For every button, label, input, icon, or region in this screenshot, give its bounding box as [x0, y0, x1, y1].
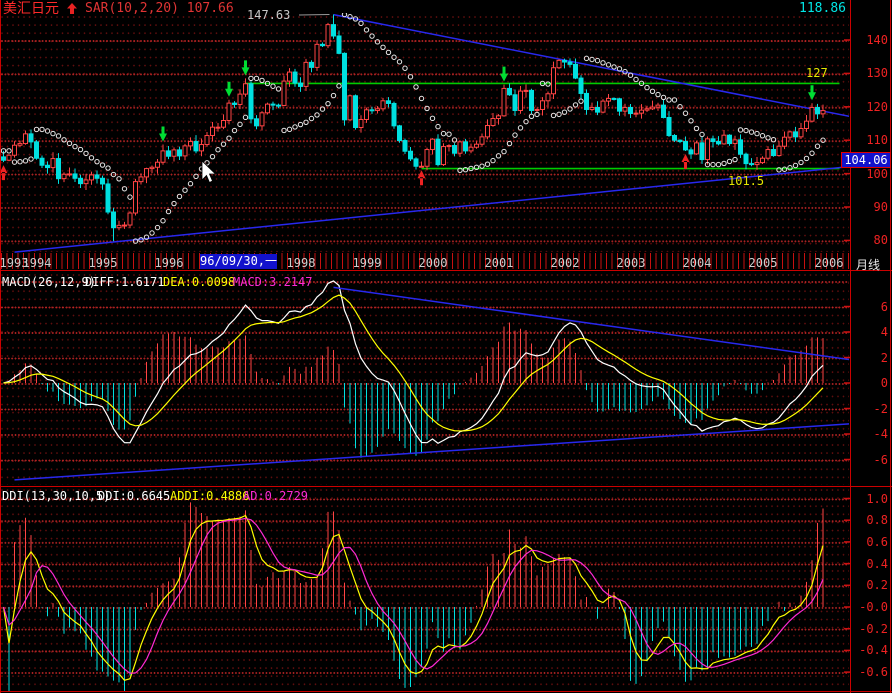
year-label: 2004 [683, 256, 712, 270]
macd-title[interactable]: MACD(26,12,9) [2, 275, 96, 289]
year-label: 1998 [287, 256, 316, 270]
macd-diff-value: DIFF:1.6171 [85, 275, 164, 289]
ddi-addi-value: ADDI:0.4886 [170, 489, 249, 503]
mouse-cursor [0, 0, 892, 693]
axis-tick-label: 0.8 [848, 514, 888, 526]
axis-tick-label: 110 [854, 134, 888, 146]
ddi-ad-value: AD:0.2729 [243, 489, 308, 503]
year-label: 2002 [551, 256, 580, 270]
macd-value: MACD:3.2147 [233, 275, 312, 289]
buy-arrow-marker [682, 154, 690, 169]
up-arrow-icon [66, 2, 78, 15]
separator-macd-ddi [0, 486, 892, 487]
axis-tick-label: 130 [854, 67, 888, 79]
sell-arrow-marker [500, 67, 508, 82]
axis-tick-label: 4 [854, 326, 888, 338]
year-label: 2001 [485, 256, 514, 270]
macd-layer [4, 281, 890, 480]
axis-tick-label: 6 [854, 301, 888, 313]
cursor-date-box: 96/09/30,一 [200, 254, 277, 269]
axis-tick-label: 1.0 [848, 493, 888, 505]
sell-arrow-marker [159, 126, 167, 141]
axis-tick-label: 90 [854, 201, 888, 213]
axis-tick-label: 80 [854, 234, 888, 246]
sell-arrow-marker [808, 85, 816, 100]
chart-canvas[interactable] [0, 0, 892, 693]
macd-grid [1, 272, 849, 485]
sell-arrow-marker [225, 82, 233, 97]
year-label: 2005 [749, 256, 778, 270]
ddi-grid [1, 487, 849, 691]
period-label[interactable]: 月线 [856, 256, 880, 273]
sell-arrow-marker [242, 60, 250, 75]
symbol-name[interactable]: 美汇日元 [3, 0, 59, 18]
year-label: 1995 [89, 256, 118, 270]
main-chart-grid [1, 14, 849, 252]
last-price: 118.86 [786, 1, 846, 16]
chart-application-window: 美汇日元 SAR(10,2,20) 107.66 118.86 147.63 1… [0, 0, 892, 693]
sar-value: 107.66 [187, 1, 234, 16]
axis-tick-label: 0.6 [848, 536, 888, 548]
axis-tick-label: -0.2 [848, 623, 888, 635]
year-label: 2000 [419, 256, 448, 270]
axis-tick-label: 0 [854, 377, 888, 389]
axis-tick-label: -4 [854, 428, 888, 440]
axis-tick-label: -0.4 [848, 644, 888, 656]
axis-tick-label: 0.4 [848, 558, 888, 570]
axis-tick-label: 140 [854, 34, 888, 46]
axis-tick-label: 2 [854, 352, 888, 364]
year-label: 1999 [353, 256, 382, 270]
macd-dea-value: DEA:0.0098 [163, 275, 235, 289]
peak-price-label: 147.63 [247, 8, 290, 22]
axis-tick-label: -2 [854, 403, 888, 415]
ddi-layer [4, 502, 824, 693]
right-border [890, 0, 891, 693]
year-label: 2006 [815, 256, 844, 270]
buy-arrow-marker [0, 165, 8, 180]
bottom-border [0, 691, 892, 692]
support-price-label: 101.5 [728, 174, 764, 188]
chart-header: 美汇日元 SAR(10,2,20) 107.66 [3, 1, 234, 15]
axis-tick-label: 120 [854, 101, 888, 113]
separator-xaxis-macd [0, 270, 892, 271]
indicator-label[interactable]: SAR(10,2,20) 107.66 [85, 1, 234, 16]
axis-tick-label: -0.0 [848, 601, 888, 613]
year-label: 1994 [23, 256, 52, 270]
year-label: 1996 [155, 256, 184, 270]
left-border [0, 0, 1, 693]
axis-tick-label: -0.6 [848, 666, 888, 678]
axis-tick-label: 0.2 [848, 579, 888, 591]
resistance-price-label: 127 [806, 66, 828, 80]
year-label: 2003 [617, 256, 646, 270]
ddi-value: DDI:0.6645 [98, 489, 170, 503]
axis-tick-label: -6 [854, 454, 888, 466]
cursor-price-box: 104.06 [841, 152, 891, 168]
main-price-layer [0, 12, 889, 252]
buy-arrow-marker [418, 170, 426, 185]
ddi-title[interactable]: DDI(13,30,10,5) [2, 489, 110, 503]
axis-tick-label: 100 [854, 168, 888, 180]
